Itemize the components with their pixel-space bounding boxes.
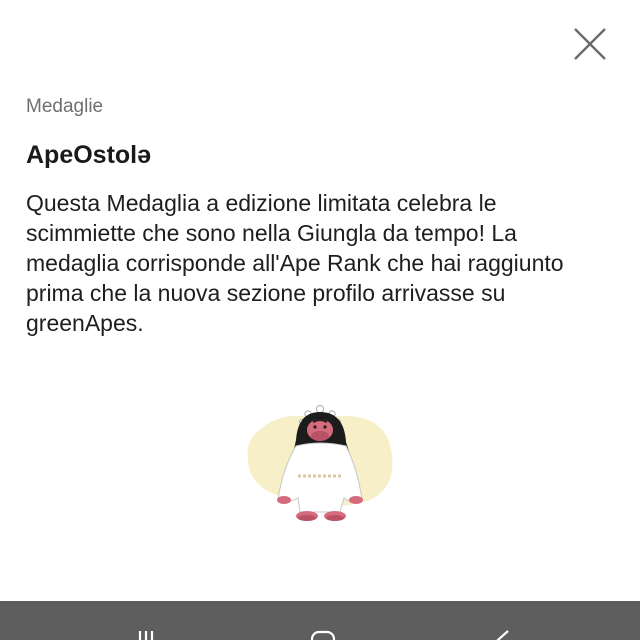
medal-category-label: Medaglie (26, 96, 104, 117)
medal-description: Questa Medaglia a edizione limitata cele… (26, 190, 564, 336)
recents-icon (138, 631, 154, 640)
ape-medal-icon (247, 405, 393, 521)
close-icon (574, 28, 606, 60)
home-icon (310, 630, 336, 640)
ape-medal-image (240, 400, 400, 530)
back-icon (496, 630, 509, 640)
system-navigation-bar (0, 601, 640, 640)
back-button[interactable] (480, 623, 520, 640)
medal-detail-screen: Medaglie ApeOstolə Questa Medaglia a edi… (0, 0, 640, 640)
recents-button[interactable] (126, 623, 166, 640)
home-button[interactable] (303, 623, 343, 640)
close-button[interactable] (570, 24, 610, 64)
medal-title: ApeOstolə (26, 141, 152, 169)
